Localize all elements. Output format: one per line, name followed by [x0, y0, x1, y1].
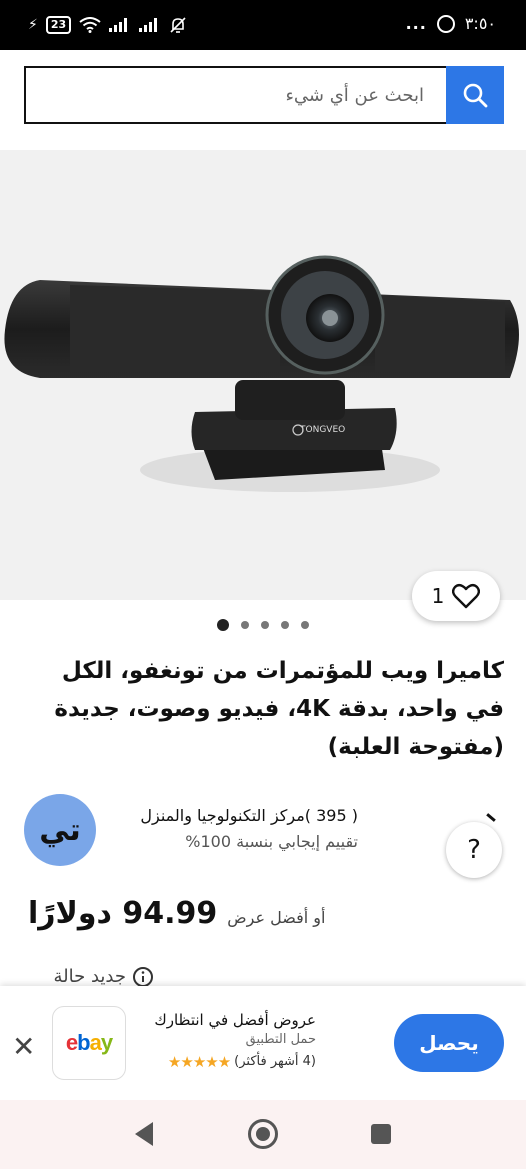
product-title: كاميرا ويب للمؤتمرات من تونغفو، الكل في … [54, 658, 504, 760]
seller-rating: تقييم إيجابي بنسبة 100% [185, 832, 358, 851]
status-icons-right: ... ٣:٥٠ [406, 14, 496, 33]
clock: ٣:٥٠ [464, 14, 496, 33]
carousel-dot[interactable] [301, 621, 309, 629]
ebay-logo-letter: y [100, 1030, 113, 1055]
image-carousel-dots [0, 619, 526, 631]
watch-count: 1 [431, 584, 445, 608]
ebay-logo-letter: b [77, 1030, 90, 1055]
battery-icon: 23 [45, 16, 72, 34]
question-icon: ? [467, 835, 481, 865]
bell-off-icon [170, 17, 186, 33]
seller-info[interactable]: ( 395 )مركز التكنولوجيا والمنزل تقييم إي… [108, 804, 358, 856]
star-rating-icon: ★★★★★ [167, 1053, 231, 1071]
price: 94.99 دولارًا [28, 896, 218, 931]
wifi-icon [79, 17, 101, 33]
recent-apps-icon[interactable] [371, 1124, 391, 1144]
banner-text: عروض أفضل في انتظارك حمل التطبيق (4 أشهر… [146, 1010, 316, 1074]
help-button[interactable]: ? [446, 822, 502, 878]
product-image[interactable]: TONGVEO [0, 150, 526, 600]
signal-icon-2 [139, 18, 161, 32]
help-indicator [486, 813, 496, 822]
get-app-button[interactable]: يحصل [394, 1014, 504, 1072]
more-notifications-icon: ... [405, 14, 427, 33]
system-nav-bar [0, 1100, 526, 1169]
heart-icon [452, 583, 481, 609]
status-bar: ⚡ 23 ... ٣:٥٠ [0, 0, 526, 50]
ebay-logo-letter: a [89, 1030, 102, 1055]
device-brand-text: TONGVEO [299, 425, 345, 435]
watch-button[interactable]: 1 [412, 571, 500, 621]
search-input[interactable]: ابحث عن أي شيء [24, 66, 446, 124]
close-icon[interactable]: ✕ [12, 1030, 35, 1063]
search-icon [463, 83, 488, 108]
carousel-dot[interactable] [241, 621, 249, 629]
whatsapp-icon [436, 14, 455, 33]
webcam-illustration: TONGVEO [4, 255, 519, 492]
ebay-logo-icon: ebay [52, 1006, 126, 1080]
carousel-dot[interactable] [261, 621, 269, 629]
banner-title: عروض أفضل في انتظارك [154, 1011, 316, 1029]
seller-name[interactable]: ( 395 )مركز التكنولوجيا والمنزل [108, 804, 358, 828]
price-row: أو أفضل عرض 94.99 دولارًا [28, 896, 325, 931]
ebay-logo-letter: e [65, 1030, 78, 1055]
back-icon[interactable] [135, 1122, 153, 1146]
signal-icon [109, 18, 131, 32]
search-button[interactable] [446, 66, 504, 124]
app-install-banner: ✕ ebay عروض أفضل في انتظارك حمل التطبيق … [0, 986, 526, 1100]
best-offer-label: أو أفضل عرض [227, 908, 326, 927]
condition-label: جديد حالة [53, 966, 126, 987]
charging-icon: ⚡ [28, 17, 38, 33]
seller-avatar[interactable]: تي [24, 794, 96, 866]
search-bar: ابحث عن أي شيء [24, 66, 504, 124]
home-icon[interactable] [248, 1119, 278, 1149]
status-icons-left: ⚡ 23 [28, 16, 187, 34]
banner-subtitle: حمل التطبيق [245, 1032, 316, 1047]
carousel-dot[interactable] [217, 619, 229, 631]
avatar-initials: تي [39, 812, 81, 848]
rating-text: (4 أشهر فأكثر) [234, 1054, 316, 1069]
carousel-dot[interactable] [281, 621, 289, 629]
banner-rating: (4 أشهر فأكثر) ★★★★★ [146, 1050, 316, 1074]
info-icon [133, 967, 153, 987]
